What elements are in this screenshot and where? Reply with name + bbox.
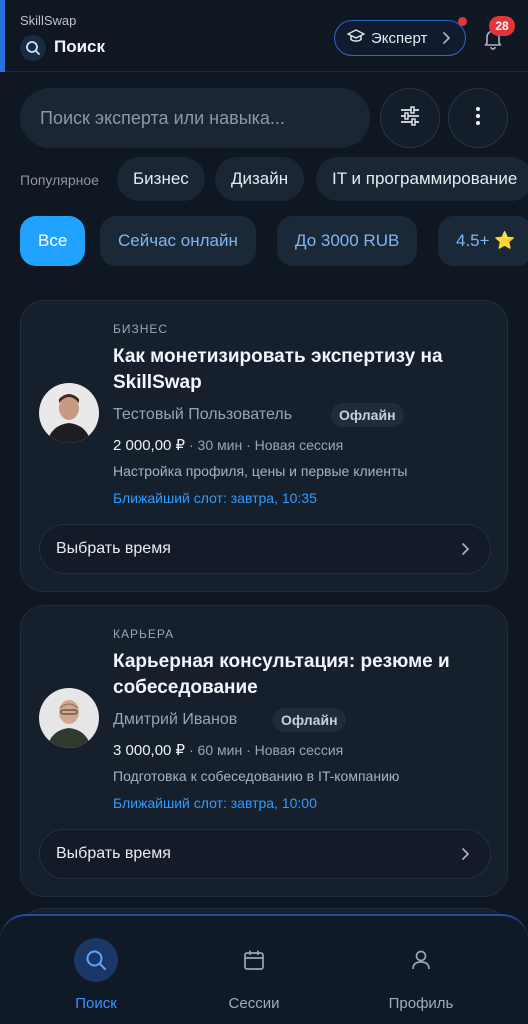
popular-chip-business[interactable]: Бизнес — [117, 157, 205, 201]
nav-label-sessions: Сессии — [228, 995, 280, 1012]
sliders-icon — [399, 105, 421, 131]
card-description: Подготовка к собеседованию в IT-компанию — [113, 768, 400, 784]
choose-time-label: Выбрать время — [56, 845, 171, 862]
card-description: Настройка профиля, цены и первые клиенты — [113, 463, 408, 479]
card-meta: · 30 мин · Новая сессия — [185, 437, 344, 453]
avatar — [39, 688, 99, 748]
search-icon — [74, 938, 118, 982]
app-screen: SkillSwap Поиск Эксперт 28 Поиск эксперт… — [0, 0, 528, 1024]
expert-indicator-dot — [458, 17, 467, 26]
nav-label-profile: Профиль — [388, 995, 454, 1012]
card-price-line: 3 000,00 ₽ · 60 мин · Новая сессия — [113, 741, 343, 759]
page-title: Поиск — [54, 37, 106, 56]
header-accent-bar — [0, 0, 5, 72]
nav-label-search: Поиск — [75, 995, 117, 1012]
card-author: Дмитрий Иванов — [113, 711, 238, 728]
search-input[interactable]: Поиск эксперта или навыка... — [20, 88, 370, 148]
filter-chip-online[interactable]: Сейчас онлайн — [100, 216, 256, 266]
popular-chip-design[interactable]: Дизайн — [215, 157, 305, 201]
filter-chip-rating[interactable]: 4.5+ ⭐ — [438, 216, 528, 266]
nav-item-search[interactable]: Поиск — [8, 916, 184, 1024]
calendar-icon — [232, 938, 276, 982]
search-icon — [20, 35, 46, 61]
card-title: Карьерная консультация: резюме и собесед… — [113, 651, 450, 698]
choose-time-button[interactable]: Выбрать время — [39, 524, 491, 574]
more-vertical-icon — [475, 106, 481, 131]
more-options-button[interactable] — [448, 88, 508, 148]
card-title: Как монетизировать экспертизу на SkillSw… — [113, 346, 443, 393]
bottom-navigation: Поиск Сессии Профиль — [0, 914, 528, 1024]
session-card[interactable]: КАРЬЕРА Карьерная консультация: резюме и… — [20, 605, 508, 897]
choose-time-label: Выбрать время — [56, 540, 171, 557]
status-badge: Офлайн — [273, 708, 346, 732]
choose-time-button[interactable]: Выбрать время — [39, 829, 491, 879]
filter-chip-all[interactable]: Все — [20, 216, 86, 266]
popular-chip-it[interactable]: IT и программирование — [316, 157, 528, 201]
card-next-slot[interactable]: Ближайший слот: завтра, 10:00 — [113, 795, 317, 811]
card-price: 2 000,00 ₽ — [113, 437, 186, 454]
expert-button-label: Эксперт — [371, 29, 428, 47]
filter-chip-price[interactable]: До 3000 RUB — [277, 216, 418, 266]
avatar — [39, 383, 99, 443]
status-badge: Офлайн — [331, 403, 404, 427]
popular-label: Популярное — [20, 172, 99, 188]
graduation-cap-icon — [347, 29, 365, 47]
card-meta: · 60 мин · Новая сессия — [185, 742, 344, 758]
card-price-line: 2 000,00 ₽ · 30 мин · Новая сессия — [113, 436, 343, 454]
card-category: БИЗНЕС — [113, 322, 169, 336]
nav-item-sessions[interactable]: Сессии — [166, 916, 342, 1024]
chevron-right-icon — [441, 30, 451, 50]
user-icon — [399, 938, 443, 982]
app-name: SkillSwap — [20, 13, 77, 28]
nav-item-profile[interactable]: Профиль — [333, 916, 509, 1024]
card-category: КАРЬЕРА — [113, 627, 175, 641]
session-card[interactable]: БИЗНЕС Как монетизировать экспертизу на … — [20, 300, 508, 592]
notification-count-badge: 28 — [489, 16, 515, 36]
top-header: SkillSwap Поиск Эксперт 28 — [0, 0, 528, 72]
filter-button[interactable] — [380, 88, 440, 148]
card-price: 3 000,00 ₽ — [113, 742, 186, 759]
card-author: Тестовый Пользователь — [113, 406, 293, 423]
chevron-right-icon — [460, 846, 470, 867]
chevron-right-icon — [460, 541, 470, 562]
card-next-slot[interactable]: Ближайший слот: завтра, 10:35 — [113, 490, 317, 506]
search-placeholder: Поиск эксперта или навыка... — [40, 107, 285, 128]
expert-button[interactable]: Эксперт — [334, 20, 466, 56]
